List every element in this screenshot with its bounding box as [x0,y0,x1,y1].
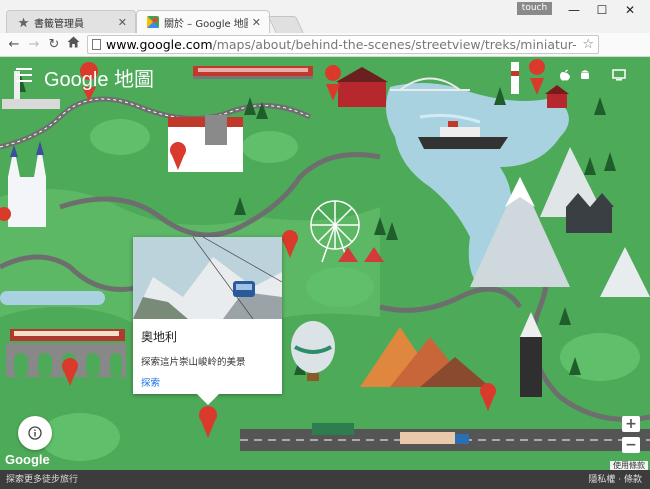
android-icon[interactable] [580,69,590,84]
home-button[interactable] [64,36,82,53]
tab-title: 書籤管理員 [34,18,84,30]
privacy-terms-links[interactable]: 隱私權 · 條款 [588,472,642,485]
forward-button[interactable]: → [25,36,43,53]
close-window-button[interactable]: ✕ [616,2,644,18]
google-maps-icon [147,16,159,28]
desktop-icon[interactable] [612,69,626,84]
google-watermark: Google [5,452,50,467]
card-pointer [196,393,220,405]
address-bar[interactable]: www.google.com/maps/about/behind-the-sce… [87,35,599,54]
close-tab-icon[interactable]: ✕ [252,16,261,29]
info-button[interactable] [18,416,52,450]
card-title: 奧地利 [141,330,178,344]
maximize-button[interactable]: ☐ [588,2,616,18]
explore-link[interactable]: 探索 [141,375,160,389]
touch-mode-badge: touch [517,2,552,15]
star-icon [17,16,29,28]
url-text[interactable]: www.google.com/maps/about/behind-the-sce… [106,36,576,53]
austria-photo [133,237,282,319]
page-icon [92,39,101,50]
minimize-button[interactable]: — [560,2,588,18]
info-icon [28,426,42,440]
zoom-out-button[interactable]: − [622,437,640,453]
map-illustration [0,57,650,470]
back-button[interactable]: ← [5,36,23,53]
zoom-in-button[interactable]: + [622,416,640,432]
explore-more-treks-link[interactable]: 探索更多徒步旅行 [6,472,78,485]
google-maps-logo[interactable]: Google 地圖 [44,63,154,92]
close-tab-icon[interactable]: ✕ [118,16,127,29]
terms-of-use-link[interactable]: 使用條款 [610,461,648,470]
tab-google-maps-about[interactable]: 關於 – Google 地圖 ✕ [136,10,270,33]
browser-toolbar: ← → ↻ www.google.com/maps/about/behind-t… [0,33,650,84]
apple-icon[interactable] [560,69,570,84]
reload-button[interactable]: ↻ [45,36,63,53]
new-tab-button[interactable] [267,16,305,34]
location-info-card[interactable]: 奧地利 探索這片崇山峻岭的美景 探索 [133,237,282,394]
bookmark-star-icon[interactable]: ☆ [582,36,594,53]
page-footer: 探索更多徒步旅行 隱私權 · 條款 [0,470,650,489]
url-host: www.google.com [106,37,213,52]
tab-bookmarks-manager[interactable]: 書籤管理員 ✕ [6,10,136,33]
tab-title: 關於 – Google 地圖 [164,18,248,30]
menu-hamburger-icon[interactable] [16,68,32,82]
title-bar: 書籤管理員 ✕ 關於 – Google 地圖 ✕ touch — ☐ ✕ [0,0,650,34]
illustrated-map[interactable]: Google 地圖 奧地利 探索這片崇山峻岭的美景 探索 + − Google … [0,57,650,470]
url-path: /maps/about/behind-the-scenes/streetview… [212,37,577,52]
card-description: 探索這片崇山峻岭的美景 [141,357,246,368]
home-icon [67,36,79,48]
